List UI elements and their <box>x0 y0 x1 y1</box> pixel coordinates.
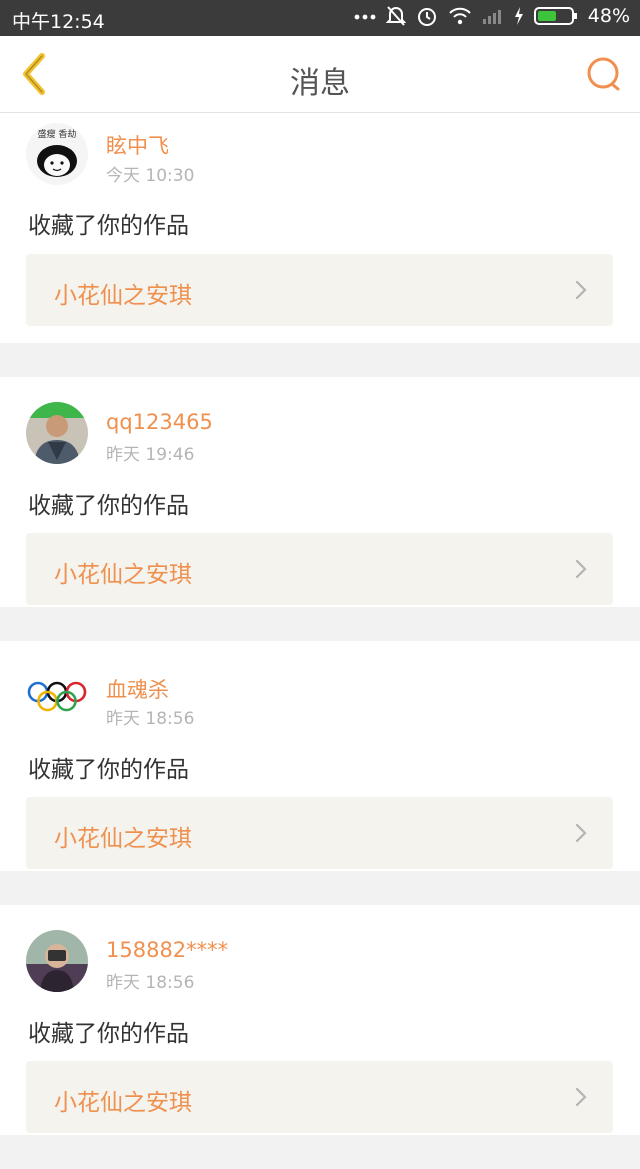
status-bar: 中午12:54 48% <box>0 0 640 36</box>
battery-icon <box>533 7 577 25</box>
battery-percent: 48% <box>587 5 630 27</box>
message-list: 盛瘦 香劫 眩中飞 今天 10:30 收藏了你的作品 小花仙之安琪 qq1234… <box>0 113 640 1169</box>
work-title: 小花仙之安琪 <box>54 283 192 309</box>
action-text: 收藏了你的作品 <box>28 493 189 519</box>
work-link[interactable]: 小花仙之安琪 <box>26 254 613 326</box>
wifi-icon <box>449 7 471 25</box>
signal-icon <box>482 10 501 24</box>
search-icon[interactable] <box>584 54 624 94</box>
work-link[interactable]: 小花仙之安琪 <box>26 797 613 869</box>
action-text: 收藏了你的作品 <box>28 213 189 239</box>
meme-face-icon: 盛瘦 香劫 <box>26 123 88 185</box>
page-title: 消息 <box>290 66 350 101</box>
chevron-right-icon <box>575 823 587 843</box>
message-card: 血魂杀 昨天 18:56 收藏了你的作品 小花仙之安琪 <box>0 641 640 871</box>
message-time: 今天 10:30 <box>106 166 195 186</box>
message-card: qq123465 昨天 19:46 收藏了你的作品 小花仙之安琪 <box>0 377 640 607</box>
avatar[interactable] <box>26 402 88 464</box>
username[interactable]: 眩中飞 <box>106 130 169 160</box>
user-photo-icon <box>26 402 88 464</box>
action-text: 收藏了你的作品 <box>28 757 189 783</box>
charging-icon <box>514 7 523 25</box>
avatar[interactable] <box>26 930 88 992</box>
user-photo-icon <box>26 930 88 992</box>
mute-bell-icon <box>385 6 406 26</box>
username[interactable]: qq123465 <box>106 410 213 434</box>
avatar[interactable] <box>26 666 88 728</box>
more-dots-icon <box>354 14 376 20</box>
username[interactable]: 血魂杀 <box>106 674 169 704</box>
chevron-right-icon <box>575 280 587 300</box>
work-link[interactable]: 小花仙之安琪 <box>26 1061 613 1133</box>
message-time: 昨天 18:56 <box>106 709 195 729</box>
work-title: 小花仙之安琪 <box>54 562 192 588</box>
status-icons: 48% <box>354 5 630 27</box>
alarm-icon <box>417 8 436 26</box>
message-time: 昨天 18:56 <box>106 973 195 993</box>
work-link[interactable]: 小花仙之安琪 <box>26 533 613 605</box>
chevron-right-icon <box>575 559 587 579</box>
status-time: 中午12:54 <box>12 11 105 33</box>
message-time: 昨天 19:46 <box>106 445 195 465</box>
username[interactable]: 158882**** <box>106 938 228 962</box>
work-title: 小花仙之安琪 <box>54 826 192 852</box>
work-title: 小花仙之安琪 <box>54 1090 192 1116</box>
chevron-right-icon <box>575 1087 587 1107</box>
message-card: 盛瘦 香劫 眩中飞 今天 10:30 收藏了你的作品 小花仙之安琪 <box>0 113 640 343</box>
nav-bar: 消息 <box>0 36 640 113</box>
action-text: 收藏了你的作品 <box>28 1021 189 1047</box>
olympic-rings-icon <box>26 666 88 728</box>
svg-text:盛瘦 香劫: 盛瘦 香劫 <box>38 128 77 140</box>
message-card: 158882**** 昨天 18:56 收藏了你的作品 小花仙之安琪 <box>0 905 640 1135</box>
avatar[interactable]: 盛瘦 香劫 <box>26 123 88 185</box>
